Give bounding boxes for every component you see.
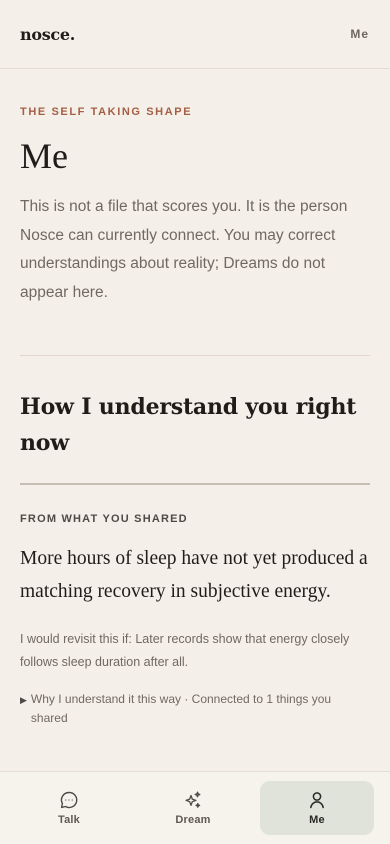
top-bar: nosce. Me bbox=[0, 0, 390, 69]
why-disclosure[interactable]: ▶ Why I understand it this way · Connect… bbox=[20, 690, 370, 728]
section-divider bbox=[20, 483, 370, 485]
section-title: How I understand you right now bbox=[20, 394, 357, 456]
nav-dream[interactable]: Dream bbox=[136, 781, 250, 835]
section-label: FROM WHAT YOU SHARED bbox=[20, 513, 188, 525]
nav-talk-label: Talk bbox=[58, 814, 80, 826]
nav-dream-label: Dream bbox=[175, 814, 211, 826]
sparkles-icon bbox=[183, 790, 203, 810]
divider bbox=[20, 355, 370, 356]
understanding-statement: More hours of sleep have not yet produce… bbox=[20, 548, 368, 602]
page-title: Me bbox=[20, 136, 68, 176]
nav-me[interactable]: Me bbox=[260, 781, 374, 835]
revisit-note: I would revisit this if: Later records s… bbox=[20, 632, 350, 669]
me-link[interactable]: Me bbox=[350, 27, 369, 41]
person-icon bbox=[307, 790, 327, 810]
main-content: THE SELF TAKING SHAPE Me This is not a f… bbox=[20, 69, 370, 728]
eyebrow-label: THE SELF TAKING SHAPE bbox=[20, 106, 193, 118]
chat-bubble-icon bbox=[59, 790, 79, 810]
disclosure-triangle-icon: ▶ bbox=[20, 695, 27, 705]
nav-talk[interactable]: Talk bbox=[12, 781, 126, 835]
nav-me-label: Me bbox=[309, 814, 325, 826]
brand-logo[interactable]: nosce. bbox=[20, 25, 75, 44]
me-page: nosce. Me THE SELF TAKING SHAPE Me This … bbox=[0, 0, 390, 844]
why-disclosure-label: Why I understand it this way · Connected… bbox=[30, 692, 332, 725]
bottom-nav: Talk Dream Me bbox=[0, 771, 390, 844]
intro-text: This is not a file that scores you. It i… bbox=[20, 198, 348, 301]
